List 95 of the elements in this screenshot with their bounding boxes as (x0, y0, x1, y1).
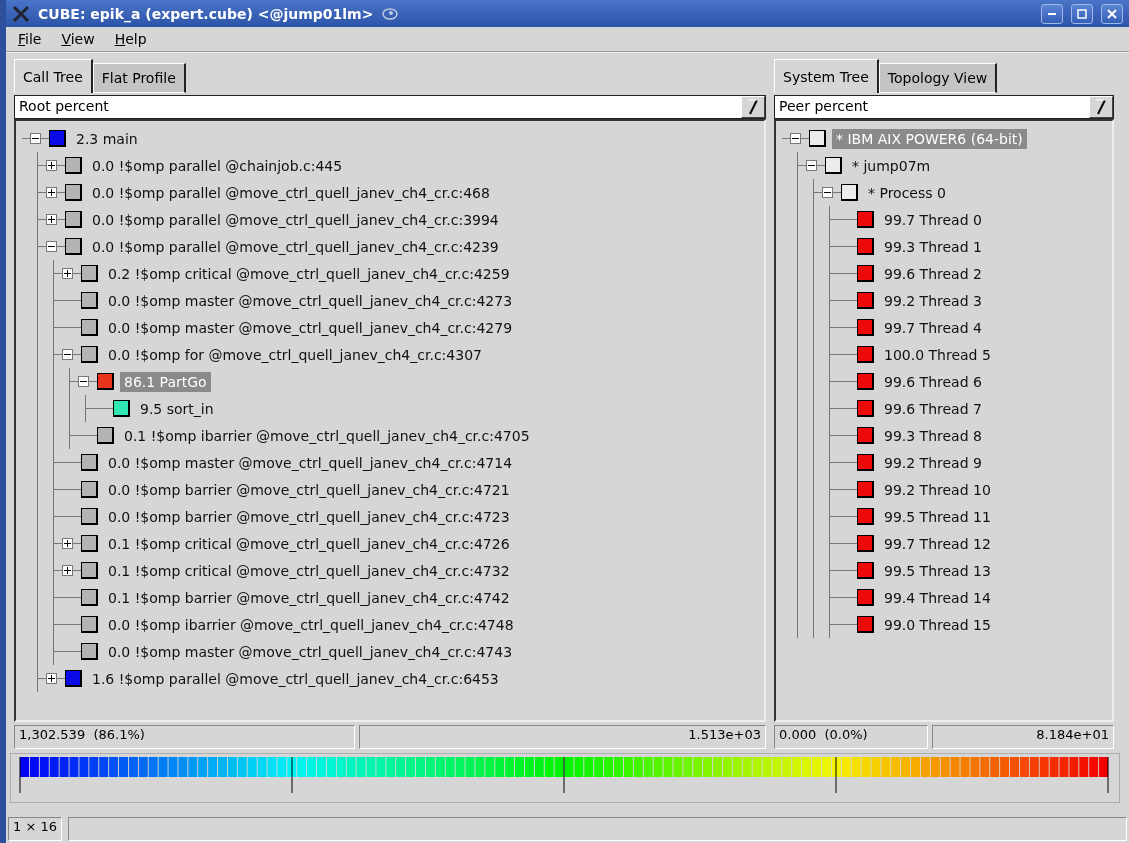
minus-icon (48, 243, 55, 250)
tab[interactable]: System Tree (774, 59, 879, 93)
minimize-button[interactable] (1041, 3, 1063, 24)
tree-item[interactable]: 0.2 !$omp critical @move_ctrl_quell_janev_ch4_cr.c:4259 (104, 263, 514, 284)
expand-toggle[interactable] (46, 673, 57, 684)
tree-item[interactable]: 99.4 Thread 14 (880, 587, 995, 608)
expand-toggle[interactable] (62, 538, 73, 549)
minus-icon (824, 189, 831, 196)
collapse-toggle[interactable] (46, 241, 57, 252)
menu-item[interactable]: View (53, 29, 103, 49)
dropdown-value: Root percent (18, 97, 110, 116)
collapse-toggle[interactable] (790, 133, 801, 144)
tree-item[interactable]: 0.0 !$omp parallel @move_ctrl_quell_janev_ch4_cr.c:468 (88, 182, 494, 203)
plus-icon (48, 216, 55, 223)
tree-item[interactable]: 0.0 !$omp master @move_ctrl_quell_janev_ch4_cr.c:4743 (104, 641, 517, 662)
tree-item[interactable]: 0.0 !$omp parallel @chainjob.c:445 (88, 155, 347, 176)
collapse-toggle[interactable] (30, 133, 41, 144)
tree-item[interactable]: 0.1 !$omp critical @move_ctrl_quell_janev_ch4_cr.c:4732 (104, 560, 514, 581)
plus-icon (64, 270, 71, 277)
expand-toggle[interactable] (46, 214, 57, 225)
close-button[interactable] (1101, 3, 1123, 24)
dropdown-button[interactable] (1089, 96, 1113, 118)
tree-item[interactable]: 0.0 !$omp barrier @move_ctrl_quell_janev_ch4_cr.c:4723 (104, 506, 514, 527)
tab[interactable]: Call Tree (14, 59, 93, 93)
tree-item[interactable]: 99.6 Thread 7 (880, 398, 986, 419)
collapse-toggle[interactable] (806, 160, 817, 171)
minus-icon (792, 135, 799, 142)
minimize-icon (1047, 12, 1057, 15)
minus-icon (32, 135, 39, 142)
dimensions-field: 1 × 16 (8, 817, 62, 841)
max-value-field: 1.513e+03 (358, 725, 766, 749)
tree-item[interactable]: 99.2 Thread 9 (880, 452, 986, 473)
expand-toggle[interactable] (46, 187, 57, 198)
dropdown-value: Peer percent (778, 97, 869, 116)
tree-item[interactable]: 0.0 !$omp for @move_ctrl_quell_janev_ch4_cr.c:4307 (104, 344, 486, 365)
dropdown-button[interactable] (741, 96, 765, 118)
metric-dropdown[interactable]: Peer percent (774, 95, 1114, 119)
tree-item[interactable]: 99.6 Thread 2 (880, 263, 986, 284)
plus-icon (48, 189, 55, 196)
tree-item[interactable]: 99.2 Thread 10 (880, 479, 995, 500)
tree-item[interactable]: 99.3 Thread 8 (880, 425, 986, 446)
tree-item[interactable]: 99.5 Thread 13 (880, 560, 995, 581)
tab[interactable]: Flat Profile (92, 63, 186, 93)
plus-icon (48, 162, 55, 169)
expand-toggle[interactable] (62, 565, 73, 576)
minus-icon (64, 351, 71, 358)
tree-item[interactable]: 0.0 !$omp ibarrier @move_ctrl_quell_janev_ch4_cr.c:4748 (104, 614, 518, 635)
close-icon (1107, 8, 1117, 19)
maximize-button[interactable] (1071, 3, 1093, 24)
plus-icon (48, 675, 55, 682)
maximize-icon (1077, 8, 1087, 19)
swirl-icon (381, 6, 400, 21)
menu-item[interactable]: Help (106, 29, 155, 49)
tree-item[interactable]: 99.6 Thread 6 (880, 371, 986, 392)
tree-item[interactable]: 0.0 !$omp parallel @move_ctrl_quell_janev_ch4_cr.c:3994 (88, 209, 503, 230)
collapse-toggle[interactable] (78, 376, 89, 387)
tree-item[interactable]: 99.7 Thread 4 (880, 317, 986, 338)
expand-toggle[interactable] (62, 268, 73, 279)
tree-item[interactable]: 0.1 !$omp critical @move_ctrl_quell_janev_ch4_cr.c:4726 (104, 533, 514, 554)
slash-icon (747, 99, 759, 115)
tree-item[interactable]: * Process 0 (864, 182, 950, 203)
tree-item[interactable]: 0.0 !$omp master @move_ctrl_quell_janev_ch4_cr.c:4273 (104, 290, 517, 311)
tree-item[interactable]: 0.0 !$omp parallel @move_ctrl_quell_janev_ch4_cr.c:4239 (88, 236, 503, 257)
plus-icon (64, 567, 71, 574)
tree-item[interactable]: 0.1 !$omp barrier @move_ctrl_quell_janev_ch4_cr.c:4742 (104, 587, 514, 608)
tree-item[interactable]: 99.5 Thread 11 (880, 506, 995, 527)
slash-icon (1095, 99, 1107, 115)
tree-item[interactable]: 0.0 !$omp barrier @move_ctrl_quell_janev_ch4_cr.c:4721 (104, 479, 514, 500)
tree-item[interactable]: 0.0 !$omp master @move_ctrl_quell_janev_ch4_cr.c:4714 (104, 452, 517, 473)
tree-item[interactable]: 100.0 Thread 5 (880, 344, 995, 365)
collapse-toggle[interactable] (62, 349, 73, 360)
metric-dropdown[interactable]: Root percent (14, 95, 766, 119)
tree-item[interactable]: 9.5 sort_in (136, 398, 218, 419)
tree-item[interactable]: 99.7 Thread 12 (880, 533, 995, 554)
tree-item[interactable]: 99.2 Thread 3 (880, 290, 986, 311)
selected-value-field: 1,302.539 (86.1%) (14, 725, 355, 749)
tree-item[interactable]: 99.3 Thread 1 (880, 236, 986, 257)
tab[interactable]: Topology View (878, 63, 998, 93)
tree-item[interactable]: 99.0 Thread 15 (880, 614, 995, 635)
tree-item[interactable]: 1.6 !$omp parallel @move_ctrl_quell_janev_ch4_cr.c:6453 (88, 668, 503, 689)
minus-icon (80, 378, 87, 385)
app-logo-icon (12, 4, 30, 23)
menu-item[interactable]: File (10, 29, 50, 49)
window-title: CUBE: epik_a (expert.cube) <@jump01lm> (38, 5, 374, 22)
tree-item[interactable]: 99.7 Thread 0 (880, 209, 986, 230)
tree-item[interactable]: * jump07m (848, 155, 935, 176)
minus-icon (808, 162, 815, 169)
collapse-toggle[interactable] (822, 187, 833, 198)
selected-value-field: 0.000 (0.0%) (774, 725, 928, 749)
plus-icon (64, 540, 71, 547)
tree-item[interactable]: 0.0 !$omp master @move_ctrl_quell_janev_ch4_cr.c:4279 (104, 317, 517, 338)
max-value-field: 8.184e+01 (931, 725, 1114, 749)
tree-item[interactable]: 2.3 main (72, 128, 142, 149)
tree-item[interactable]: 0.1 !$omp ibarrier @move_ctrl_quell_janev_ch4_cr.c:4705 (120, 425, 534, 446)
expand-toggle[interactable] (46, 160, 57, 171)
